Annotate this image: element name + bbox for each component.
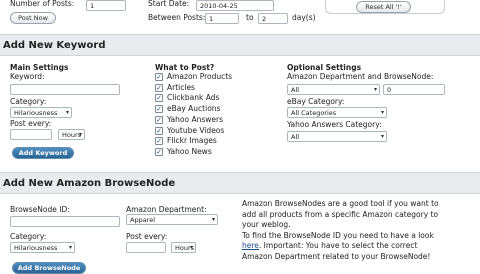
yahoo-category-select-value: All [291,133,300,141]
add-keyword-button[interactable]: Add Keyword [12,147,74,159]
add-keyword-header: Add New Keyword [0,34,480,56]
post-type-label: Flickr Images [167,136,217,146]
bn-category-label: Category: [10,232,47,241]
post-type-label: Yahoo Answers [167,114,223,124]
ebay-category-label: eBay Category: [287,97,345,106]
ebay-category-select-value: All Categories [291,109,337,117]
checkbox[interactable]: ✓ [155,73,163,81]
between-to-input[interactable]: 2 [258,13,288,24]
between-from-input[interactable]: 1 [205,13,239,24]
post-type-label: Articles [167,82,195,92]
info-line-4: To find the BrowseNode ID you need to ha… [242,231,434,240]
start-date-input[interactable]: 2010-04-25 [196,0,274,11]
post-type-label: Yahoo News [167,146,212,156]
info-line-6: Amazon Department related to your Browse… [242,252,431,261]
chevron-down-icon: ▾ [68,244,72,251]
keyword-label: Keyword: [10,72,45,81]
browsenode-id-input[interactable] [10,216,120,227]
optional-settings-title: Optional Settings [287,63,362,72]
checkbox[interactable]: ✓ [155,137,163,146]
info-line-5: here. Important: You have to select the … [242,241,417,250]
chevron-down-icon: ▾ [65,109,69,116]
amazon-dept-label: Amazon Department and BrowseNode: [287,72,434,81]
amazon-department-select[interactable]: Apparel ▾ [126,214,218,225]
post-every-label: Post every: [10,119,52,128]
chevron-down-icon: ▾ [380,133,384,140]
between-posts-label: Between Posts: [148,13,206,22]
checkbox[interactable]: ✓ [155,147,163,156]
amazon-dept-select[interactable]: All ▾ [287,84,380,95]
category-select[interactable]: Hilariousness ▾ [10,107,72,118]
post-type-label: Clickbank Ads [167,93,220,103]
bn-post-every-input[interactable] [126,242,166,253]
browsenode-id-label: BrowseNode ID: [10,205,70,214]
checkbox[interactable]: ✓ [155,126,163,135]
add-browsenode-header: Add New Amazon BrowseNode [0,172,480,194]
add-browsenode-title: Add New Amazon BrowseNode [3,178,176,189]
what-to-post-title: What to Post? [155,63,215,72]
info-line-5-text: . Important: You have to select the corr… [258,241,418,250]
yahoo-category-label: Yahoo Answers Category: [287,120,382,129]
ebay-category-select[interactable]: All Categories ▾ [287,107,387,118]
category-label: Category: [10,97,47,106]
post-type-label: eBay Auctions [167,104,221,114]
bn-hours-select[interactable]: Hours ▾ [171,242,196,253]
chevron-down-icon: ▾ [380,109,384,116]
number-of-posts-input[interactable]: 1 [86,0,126,11]
chevron-down-icon: ▾ [189,244,193,251]
add-keyword-title: Add New Keyword [3,40,106,51]
post-every-input[interactable] [10,129,52,140]
checkbox[interactable]: ✓ [155,115,163,124]
add-browsenode-button[interactable]: Add BrowseNode [12,262,86,274]
hours-select[interactable]: Hours ▾ [58,129,85,140]
yahoo-category-select[interactable]: All ▾ [287,131,387,142]
browsenode-input[interactable]: 0 [383,84,445,95]
here-link[interactable]: here [242,241,259,250]
number-of-posts-label: Number of Posts: [10,0,75,8]
checkbox[interactable]: ✓ [155,83,163,92]
category-select-value: Hilariousness [14,109,58,117]
info-line-3: your weblog. [242,220,291,229]
amazon-department-select-value: Apparel [130,216,156,224]
chevron-down-icon: ▾ [78,131,82,138]
days-label: day(s) [292,13,316,22]
amazon-dept-select-value: All [291,86,300,94]
checkbox[interactable]: ✓ [155,105,163,114]
post-now-button[interactable]: Post Now [10,12,56,24]
post-type-label: Amazon Products [167,72,233,81]
bn-category-select-value: Hilariousness [14,244,58,252]
amazon-department-label: Amazon Department: [126,205,207,214]
chevron-down-icon: ▾ [373,86,377,93]
reset-box [325,0,445,14]
post-type-label: Youtube Videos [167,125,225,135]
info-line-2: add all products from a specific Amazon … [242,210,439,219]
checkbox[interactable]: ✓ [155,94,163,103]
bn-category-select[interactable]: Hilariousness ▾ [10,242,75,253]
start-date-label: Start Date: [148,0,190,8]
between-to-label: to [246,13,254,22]
keyword-input[interactable] [10,84,120,95]
info-line-1: Amazon BrowseNodes are a good tool if yo… [242,199,439,208]
bn-post-every-label: Post every: [126,232,168,241]
main-settings-title: Main Settings [10,63,69,72]
chevron-down-icon: ▾ [211,216,215,223]
